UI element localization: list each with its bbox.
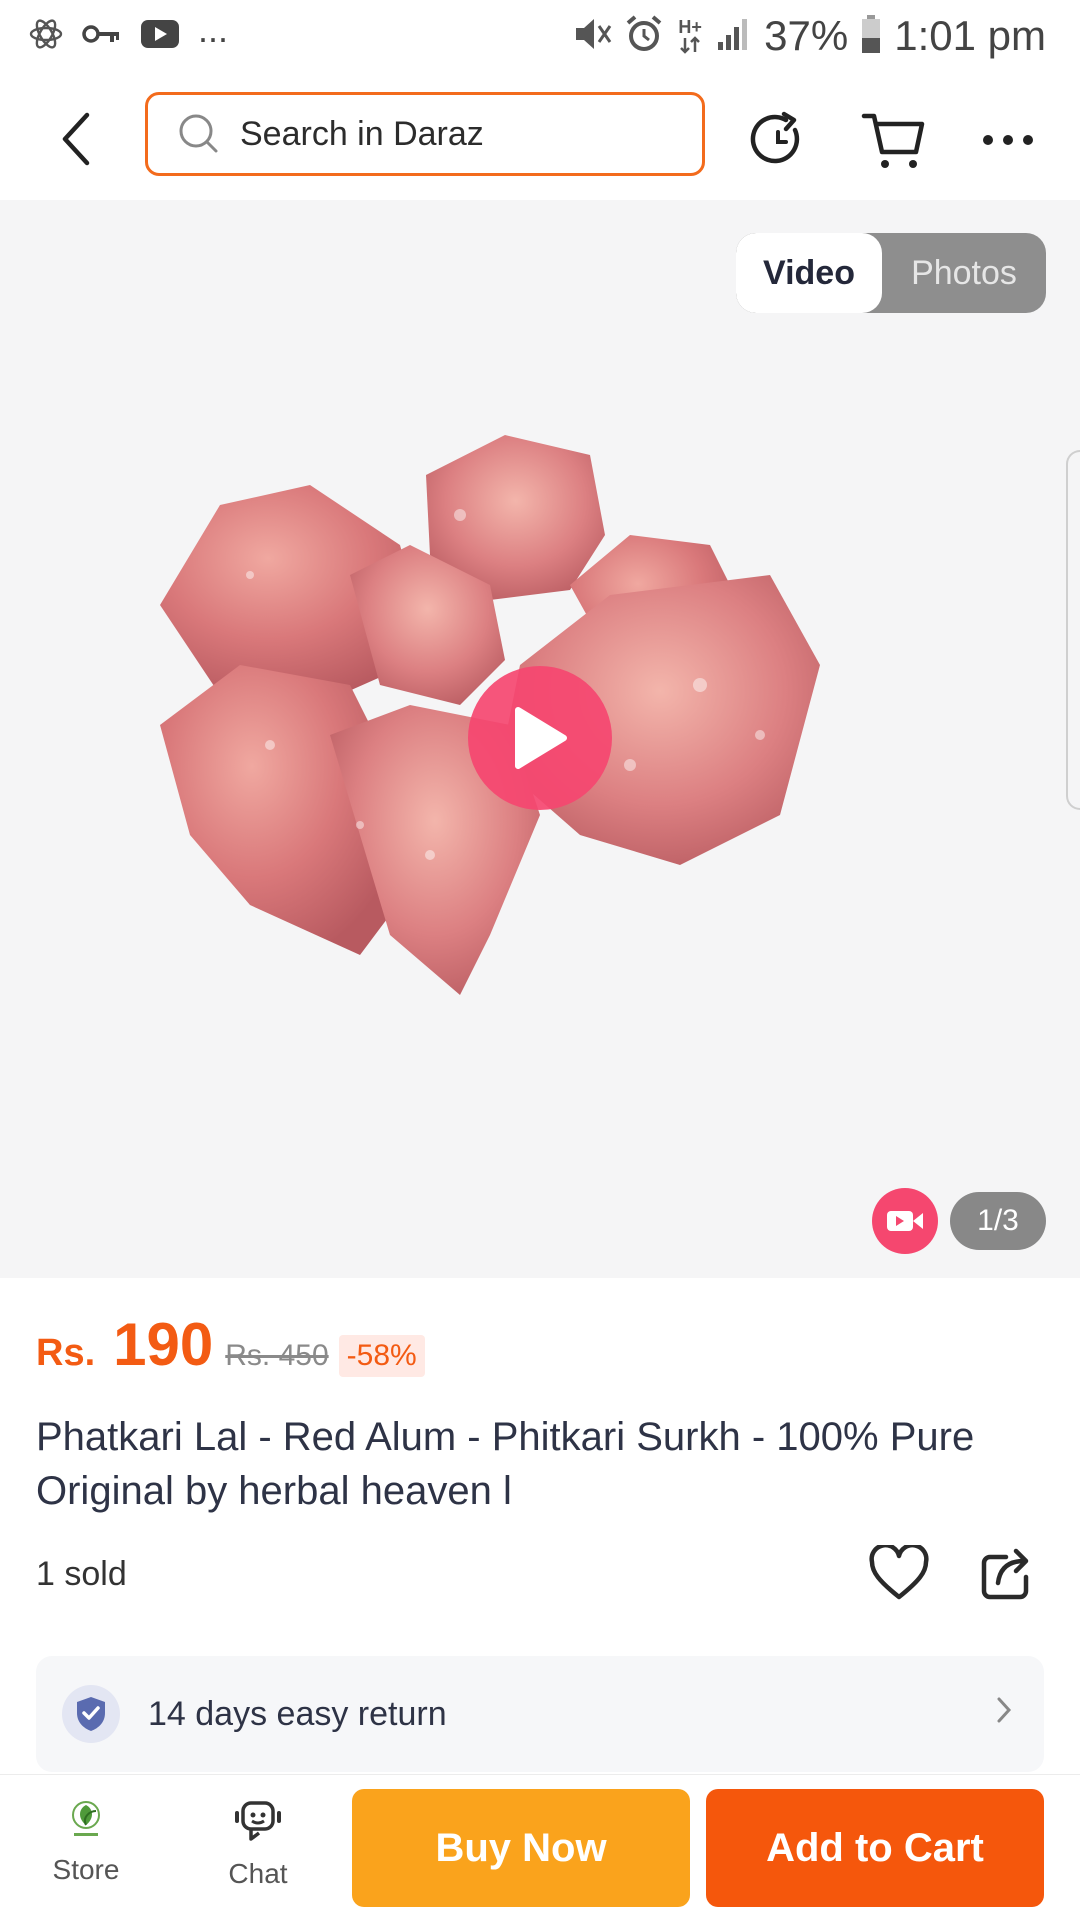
clock: 1:01 pm bbox=[894, 12, 1046, 59]
atom-icon bbox=[28, 16, 64, 57]
chat-button[interactable]: Chat bbox=[198, 1797, 318, 1890]
store-logo-icon bbox=[72, 1801, 100, 1836]
media-counter: 1/3 bbox=[950, 1192, 1046, 1250]
share-icon bbox=[981, 1548, 1029, 1600]
chevron-right-icon bbox=[994, 1694, 1014, 1731]
tab-photos[interactable]: Photos bbox=[882, 233, 1046, 313]
cart-button[interactable] bbox=[856, 102, 932, 178]
product-media-gallery[interactable]: Video Photos 1/3 bbox=[0, 200, 1080, 1278]
bottom-action-bar: Store Chat Buy Now Add to Cart bbox=[0, 1774, 1080, 1920]
status-more-indicator: ... bbox=[198, 8, 229, 50]
media-type-toggle: Video Photos bbox=[736, 233, 1046, 313]
vpn-key-icon bbox=[82, 22, 122, 51]
chat-agent-icon bbox=[235, 1801, 281, 1841]
share-button[interactable] bbox=[974, 1540, 1040, 1606]
tab-video[interactable]: Video bbox=[736, 233, 882, 313]
buy-now-button[interactable]: Buy Now bbox=[352, 1789, 690, 1907]
play-video-button[interactable] bbox=[468, 666, 612, 810]
mute-icon bbox=[572, 14, 612, 59]
video-camera-icon bbox=[887, 1211, 923, 1231]
video-indicator[interactable] bbox=[872, 1188, 938, 1254]
next-image-peek[interactable] bbox=[1066, 450, 1080, 810]
back-icon bbox=[62, 112, 90, 166]
more-icon bbox=[983, 135, 1033, 145]
more-button[interactable] bbox=[970, 102, 1046, 178]
battery-icon bbox=[860, 14, 882, 59]
sold-count: 1 sold bbox=[36, 1555, 127, 1593]
price-row: Rs. 190 Rs. 450 -58% bbox=[36, 1310, 425, 1379]
return-policy-row[interactable]: 14 days easy return bbox=[36, 1656, 1044, 1772]
current-price: 190 bbox=[113, 1311, 214, 1378]
cart-icon bbox=[861, 113, 925, 168]
discount-badge: -58% bbox=[338, 1335, 425, 1377]
youtube-icon bbox=[140, 19, 180, 54]
product-title: Phatkari Lal - Red Alum - Phitkari Surkh… bbox=[36, 1415, 975, 1513]
chat-label: Chat bbox=[228, 1858, 288, 1889]
status-right-icons: H+ 37% 1:01 pm bbox=[572, 12, 1046, 60]
store-label: Store bbox=[52, 1854, 120, 1885]
heart-icon bbox=[869, 1545, 929, 1600]
return-policy-text: 14 days easy return bbox=[148, 1694, 447, 1733]
top-navigation: Search in Daraz bbox=[0, 78, 1080, 200]
add-to-cart-button[interactable]: Add to Cart bbox=[706, 1789, 1044, 1907]
status-bar: ... H+ 37% 1:01 pm bbox=[0, 0, 1080, 78]
history-icon bbox=[750, 111, 800, 164]
signal-icon bbox=[716, 16, 752, 57]
alarm-icon bbox=[624, 14, 664, 59]
search-placeholder: Search in Daraz bbox=[240, 114, 484, 153]
history-button[interactable] bbox=[740, 102, 816, 178]
shield-check-icon bbox=[62, 1685, 120, 1743]
status-left-icons: ... bbox=[28, 9, 228, 57]
network-type-icon: H+ bbox=[676, 18, 704, 54]
back-button[interactable] bbox=[40, 104, 110, 174]
wishlist-button[interactable] bbox=[866, 1540, 932, 1606]
search-icon bbox=[179, 114, 218, 153]
price-currency: Rs. bbox=[36, 1332, 96, 1374]
search-input[interactable]: Search in Daraz bbox=[145, 92, 705, 176]
play-icon bbox=[515, 707, 567, 769]
battery-percent: 37% bbox=[764, 12, 849, 59]
network-type-label: H+ bbox=[678, 17, 702, 37]
original-price: Rs. 450 bbox=[225, 1339, 329, 1372]
store-button[interactable]: Store bbox=[26, 1797, 146, 1886]
